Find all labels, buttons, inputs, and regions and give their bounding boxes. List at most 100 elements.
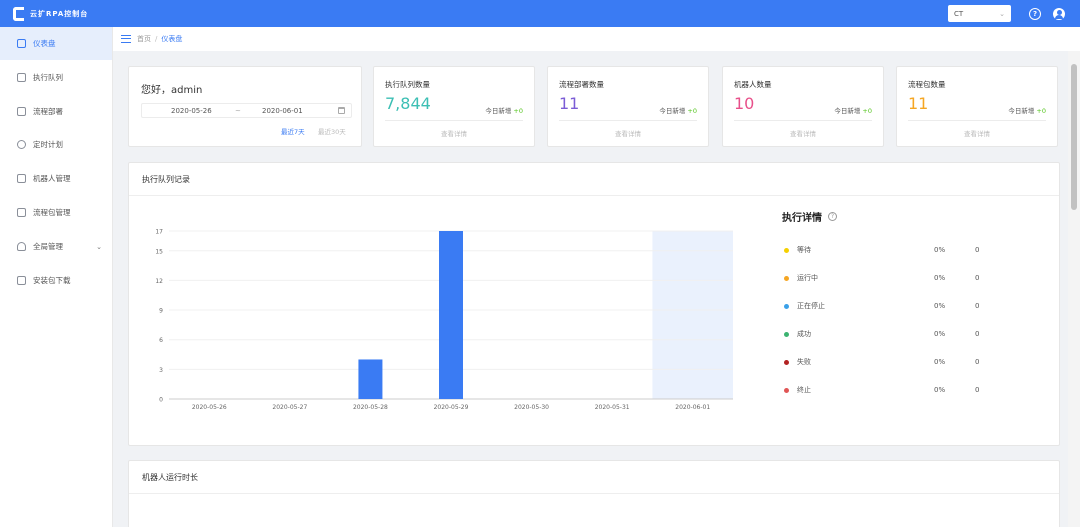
stat-value: 11	[559, 94, 580, 113]
greeting: 您好，admin	[141, 85, 203, 96]
view-details-link[interactable]: 查看详情	[897, 128, 1057, 138]
date-separator: ~	[235, 106, 241, 115]
status-dot-icon	[784, 275, 789, 281]
chevron-down-icon: ⌄	[999, 9, 1005, 18]
sidebar-item-label: 安装包下载	[33, 276, 71, 285]
detail-label: 运行中	[797, 274, 818, 282]
stat-card-deploy: 流程部署数量 11 今日新增 +0 查看详情	[547, 66, 709, 147]
date-end[interactable]: 2020-06-01	[262, 107, 303, 115]
stat-today: 今日新增 +0	[659, 105, 697, 115]
detail-label: 正在停止	[797, 302, 825, 310]
view-details-link[interactable]: 查看详情	[374, 128, 534, 138]
welcome-card: 您好，admin 2020-05-26 ~ 2020-06-01 最近7天 最近…	[128, 66, 362, 147]
x-tick-label: 2020-05-30	[514, 404, 549, 411]
detail-label: 失败	[797, 358, 811, 366]
stat-today-label: 今日新增	[1008, 107, 1035, 115]
x-tick-label: 2020-05-27	[272, 404, 307, 411]
page-scrollbar-thumb[interactable]	[1071, 64, 1077, 210]
detail-row: 等待 0% 0	[784, 245, 979, 255]
detail-count: 0	[975, 246, 980, 254]
divider	[559, 120, 697, 121]
sidebar-item-packages[interactable]: 流程包管理	[0, 196, 112, 229]
detail-label: 成功	[797, 330, 811, 338]
menu-collapse-icon[interactable]	[121, 35, 131, 43]
calendar-icon[interactable]	[338, 107, 345, 114]
breadcrumb-home[interactable]: 首页	[137, 34, 151, 44]
stat-title: 机器人数量	[734, 80, 772, 89]
status-dot-icon	[784, 331, 789, 337]
detail-row: 成功 0% 0	[784, 329, 979, 339]
deploy-icon	[17, 107, 26, 116]
help-icon[interactable]: ?	[1029, 8, 1041, 20]
chevron-down-icon: ⌄	[96, 242, 102, 251]
sidebar-item-robots[interactable]: 机器人管理	[0, 162, 112, 195]
sidebar-item-label: 流程包管理	[33, 208, 71, 217]
sidebar-item-label: 仪表盘	[33, 39, 56, 48]
divider	[734, 120, 872, 121]
sidebar-item-label: 机器人管理	[33, 174, 71, 183]
stat-today-value: +0	[687, 107, 697, 115]
stat-value: 11	[908, 94, 929, 113]
detail-row: 终止 0% 0	[784, 385, 979, 395]
detail-count: 0	[975, 330, 980, 338]
stat-value: 7,844	[385, 94, 431, 113]
logo-text: 云扩RPA控制台	[30, 9, 89, 18]
sidebar-item-deploy[interactable]: 流程部署	[0, 95, 112, 128]
sidebar-item-download[interactable]: 安装包下载	[0, 264, 112, 297]
sidebar-item-label: 全局管理	[33, 242, 63, 251]
detail-percent: 0%	[934, 246, 946, 254]
x-tick-label: 2020-06-01	[675, 404, 710, 411]
sidebar-item-dashboard[interactable]: 仪表盘	[0, 27, 112, 60]
y-tick-label: 9	[159, 308, 163, 315]
y-tick-label: 6	[159, 337, 163, 344]
detail-count: 0	[975, 274, 980, 282]
card-title: 机器人运行时长	[129, 461, 1059, 494]
sidebar-item-global-settings[interactable]: 全局管理 ⌄	[0, 230, 112, 263]
date-range-picker[interactable]: 2020-05-26 ~ 2020-06-01	[141, 103, 352, 118]
divider	[908, 120, 1046, 121]
detail-row: 失败 0% 0	[784, 357, 979, 367]
stat-today-label: 今日新增	[834, 107, 861, 115]
bar	[358, 359, 383, 399]
detail-count: 0	[975, 358, 980, 366]
dashboard-icon	[17, 39, 26, 48]
detail-percent: 0%	[934, 386, 946, 394]
last-7-days-link[interactable]: 最近7天	[281, 126, 305, 136]
queue-bar-chart: 0 3 6 9 12 15 17 2020-05-26 2020-05-27 2020-05-28…	[155, 229, 733, 411]
detail-percent: 0%	[934, 358, 946, 366]
robot-runtime-card: 机器人运行时长	[128, 460, 1060, 527]
sidebar-item-schedule[interactable]: 定时计划	[0, 128, 112, 161]
status-dot-icon	[784, 359, 789, 365]
detail-label: 终止	[797, 386, 811, 394]
y-tick-label: 0	[159, 397, 163, 404]
detail-percent: 0%	[934, 302, 946, 310]
x-tick-label: 2020-05-29	[434, 404, 469, 411]
stat-card-robots: 机器人数量 10 今日新增 +0 查看详情	[722, 66, 884, 147]
stat-value: 10	[734, 94, 755, 113]
app-logo[interactable]: 云扩RPA控制台	[13, 6, 89, 21]
stat-title: 流程包数量	[908, 80, 946, 89]
y-tick-label: 12	[155, 278, 163, 285]
question-icon[interactable]: ?	[828, 212, 837, 221]
divider	[385, 120, 523, 121]
stat-today-value: +0	[862, 107, 872, 115]
user-settings-icon	[17, 242, 26, 251]
sidebar-item-queue[interactable]: 执行队列	[0, 61, 112, 94]
user-select[interactable]: CT ⌄	[948, 5, 1011, 22]
stat-today-value: +0	[1036, 107, 1046, 115]
x-tick-label: 2020-05-31	[595, 404, 630, 411]
last-30-days-link[interactable]: 最近30天	[318, 126, 346, 136]
view-details-link[interactable]: 查看详情	[723, 128, 883, 138]
view-details-link[interactable]: 查看详情	[548, 128, 708, 138]
package-icon	[17, 208, 26, 217]
bar	[439, 231, 463, 399]
sidebar-item-label: 定时计划	[33, 140, 63, 149]
date-start[interactable]: 2020-05-26	[171, 107, 212, 115]
sidebar-item-label: 执行队列	[33, 73, 63, 82]
detail-label: 等待	[797, 246, 811, 254]
sidebar-item-label: 流程部署	[33, 107, 63, 116]
status-dot-icon	[784, 247, 789, 253]
logo-icon	[13, 6, 24, 21]
top-header: 云扩RPA控制台 CT ⌄ ?	[0, 0, 1080, 27]
avatar-icon[interactable]	[1053, 8, 1065, 20]
